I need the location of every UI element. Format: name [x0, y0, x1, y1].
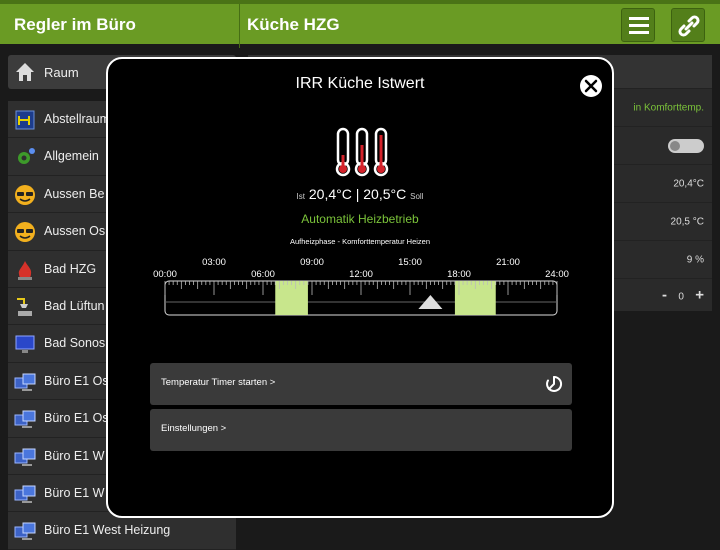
sunglasses-icon: [15, 184, 35, 205]
stepper-minus-button[interactable]: -: [662, 287, 667, 304]
toggle-switch[interactable]: [668, 138, 704, 153]
gear-icon: [18, 148, 35, 165]
hour-label: 06:00: [251, 269, 275, 280]
computer-icon: [14, 410, 36, 429]
sidebar-item-label: Bad Sonos: [44, 336, 106, 351]
heating-phase: Aufheizphase - Komforttemperatur Heizen: [289, 237, 431, 246]
page-title-left: Regler im Büro: [14, 15, 136, 34]
hour-label: 24:00: [545, 269, 569, 280]
computer-icon: [14, 485, 36, 503]
sidebar-item-label: Abstellraum: [44, 112, 110, 126]
hour-label: 00:00: [153, 269, 177, 280]
computer-icon: [14, 373, 36, 391]
hour-label: 18:00: [447, 269, 471, 280]
comfort-block: [275, 281, 308, 315]
fire-icon: [18, 260, 32, 280]
sidebar-item-label: Büro E1 Os: [44, 373, 109, 388]
close-icon: [584, 79, 598, 93]
temperature-modal: IRR Küche Istwert Ist 20,4°C | 20,5°C So…: [106, 57, 614, 518]
ist-label: Ist: [296, 192, 305, 201]
link-button[interactable]: [671, 8, 705, 42]
computer-icon: [14, 448, 36, 466]
close-button[interactable]: [580, 75, 602, 97]
menu-icon-bar: [629, 24, 649, 27]
monitor-icon: [15, 335, 35, 354]
sidebar-item-label: Aussen Os: [44, 224, 106, 239]
sidebar-item-label: Büro E1 West Heizung: [44, 523, 171, 538]
heating-mode: Automatik Heizbetrieb: [301, 212, 419, 226]
stellwert-value: 9 %: [686, 254, 704, 265]
page-title-right: Küche HZG: [247, 15, 340, 34]
hour-label: 03:00: [202, 257, 226, 268]
sidebar-item-label: Büro E1 W: [44, 448, 105, 463]
stepper-plus-button[interactable]: +: [695, 287, 704, 304]
settings-label: Einstellungen >: [161, 423, 227, 434]
soll-label: Soll: [410, 192, 424, 201]
sidebar-item-label: Bad HZG: [44, 261, 97, 276]
timer-start-label: Temperatur Timer starten >: [161, 377, 276, 388]
timer-icon: [546, 375, 563, 392]
quantity-stepper: - 0 +: [662, 287, 704, 304]
menu-icon: [629, 17, 649, 20]
hour-label: 12:00: [349, 269, 373, 280]
temp-separator: |: [355, 186, 360, 202]
shower-icon: [17, 297, 32, 316]
sunglasses-icon: [15, 222, 35, 243]
hour-label: 15:00: [398, 257, 422, 268]
top-bar: Regler im Büro Küche HZG: [0, 0, 720, 48]
computer-icon: [14, 522, 36, 541]
hour-label: 09:00: [300, 257, 324, 268]
raum-label: Raum: [44, 65, 79, 80]
temperature-readout: Ist 20,4°C | 20,5°C Soll: [108, 186, 612, 202]
thermometer-icon: [335, 127, 389, 177]
hour-label: 21:00: [496, 257, 520, 268]
timer-start-button[interactable]: Temperatur Timer starten >: [150, 363, 572, 405]
stepper-value: 0: [678, 291, 684, 303]
home-icon: [16, 63, 34, 81]
sollwert-value: 20,5 °C: [670, 216, 704, 227]
sidebar-item-label: Büro E1 W: [44, 485, 105, 500]
sidebar-item-label: Allgemein: [44, 149, 99, 164]
sidebar-item-label: Aussen Be: [44, 186, 105, 201]
menu-icon-bar: [629, 31, 649, 34]
menu-button[interactable]: [621, 8, 655, 42]
ist-value: 20,4°C: [308, 186, 352, 202]
abstellraum-icon: [15, 110, 35, 130]
soll-value: 20,5°C: [363, 186, 407, 202]
modal-title: IRR Küche Istwert: [295, 75, 425, 92]
header-divider: [239, 4, 240, 48]
sidebar-item-label: Bad Lüftun: [44, 298, 105, 313]
status-text: in Komforttemp.: [633, 102, 704, 113]
sidebar-item-label: Büro E1 Os: [44, 411, 109, 426]
istwert-value: 20,4°C: [673, 178, 704, 189]
settings-button[interactable]: Einstellungen >: [150, 409, 572, 451]
link-icon: [678, 15, 700, 37]
